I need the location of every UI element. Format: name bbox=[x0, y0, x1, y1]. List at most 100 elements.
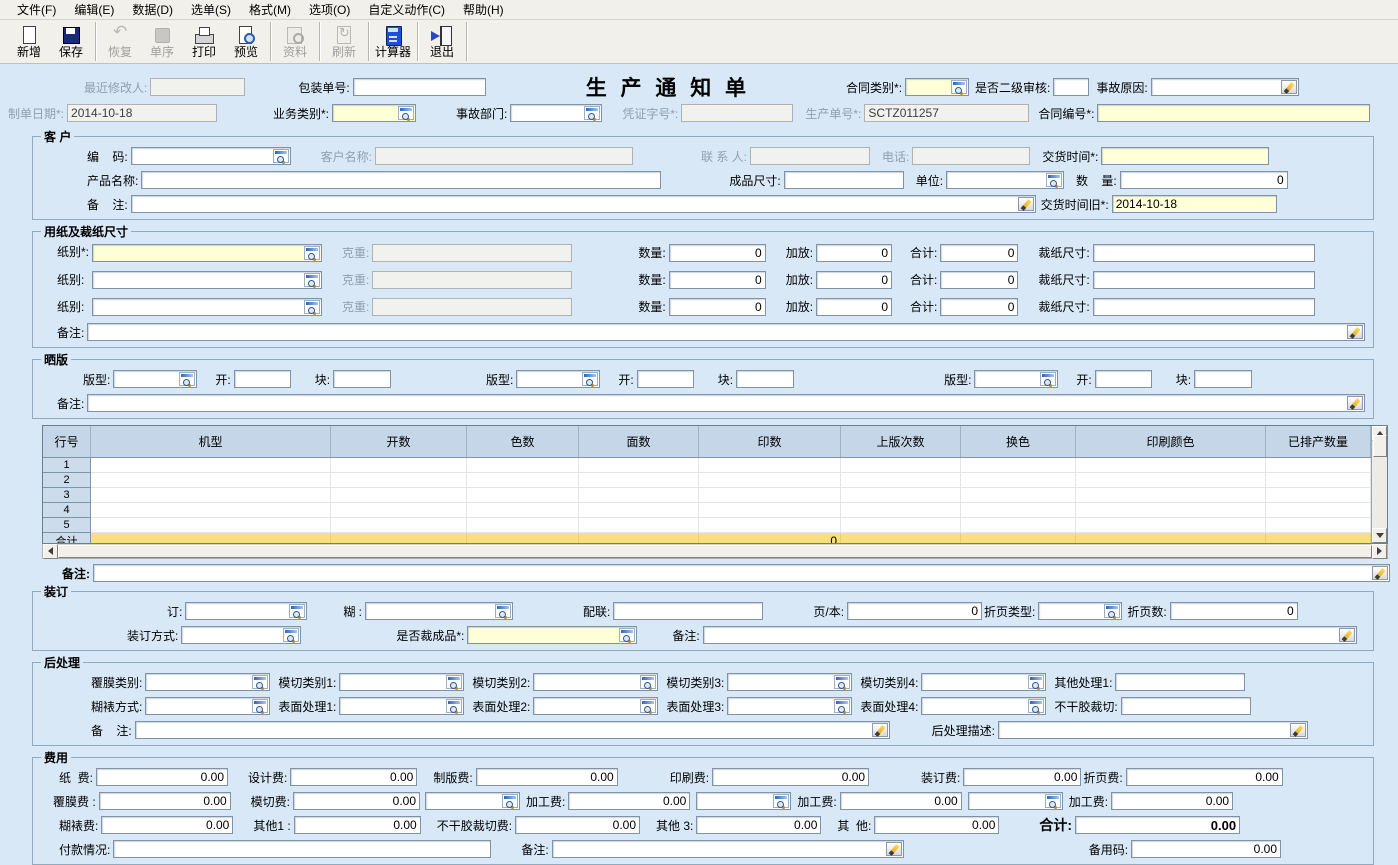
table-row[interactable]: 2 bbox=[43, 473, 1371, 488]
backup-code-field[interactable]: 0.00 bbox=[1131, 840, 1281, 858]
grid-cell[interactable] bbox=[331, 458, 467, 473]
grid-cell[interactable] bbox=[579, 503, 699, 518]
lookup-icon[interactable] bbox=[446, 675, 462, 689]
lookup-icon[interactable] bbox=[304, 273, 320, 287]
edit-memo-icon[interactable] bbox=[1372, 566, 1388, 580]
process2-type-field[interactable] bbox=[696, 792, 791, 810]
fold-count-field[interactable]: 0 bbox=[1170, 602, 1298, 620]
grid-cell[interactable] bbox=[1266, 518, 1371, 533]
process1-fee-field[interactable]: 0.00 bbox=[568, 792, 690, 810]
grid-cell[interactable] bbox=[331, 518, 467, 533]
bind-method-field[interactable] bbox=[181, 626, 301, 644]
packing-no-field[interactable] bbox=[353, 78, 486, 96]
binding-remark-field[interactable] bbox=[703, 626, 1357, 644]
edit-memo-icon[interactable] bbox=[1018, 197, 1034, 211]
grid-cell[interactable] bbox=[841, 458, 961, 473]
grid-cell[interactable] bbox=[1266, 458, 1371, 473]
grid-row-number[interactable]: 4 bbox=[43, 503, 91, 518]
plate-open-field-3[interactable] bbox=[1095, 370, 1152, 388]
grid-cell[interactable] bbox=[961, 473, 1076, 488]
paper-cut-field-1[interactable] bbox=[1093, 244, 1315, 262]
payment-status-field[interactable] bbox=[113, 840, 491, 858]
toolbar-button-print[interactable]: 打印 bbox=[183, 22, 225, 61]
table-row[interactable]: 5 bbox=[43, 518, 1371, 533]
contract-type-field[interactable] bbox=[905, 78, 969, 96]
edit-memo-icon[interactable] bbox=[1339, 628, 1355, 642]
lookup-icon[interactable] bbox=[951, 80, 967, 94]
edit-memo-icon[interactable] bbox=[1281, 80, 1297, 94]
grid-cell[interactable] bbox=[579, 458, 699, 473]
cut-finished-field[interactable] bbox=[467, 626, 637, 644]
other3-fee-field[interactable]: 0.00 bbox=[696, 816, 821, 834]
delivery-time-field[interactable] bbox=[1101, 147, 1269, 165]
quantity-field[interactable]: 0 bbox=[1120, 171, 1288, 189]
lookup-icon[interactable] bbox=[1046, 173, 1062, 187]
grid-cell[interactable] bbox=[841, 518, 961, 533]
paper-type-field-1[interactable] bbox=[92, 244, 322, 262]
toolbar-button-exit[interactable]: 退出 bbox=[421, 22, 463, 61]
scrollbar-thumb[interactable] bbox=[58, 545, 1372, 558]
grid-cell[interactable] bbox=[467, 458, 579, 473]
print-fee-field[interactable]: 0.00 bbox=[712, 768, 869, 786]
lookup-icon[interactable] bbox=[179, 372, 195, 386]
grid-cell[interactable] bbox=[699, 503, 841, 518]
grid-row-number[interactable]: 5 bbox=[43, 518, 91, 533]
lookup-icon[interactable] bbox=[252, 699, 268, 713]
post-desc-field[interactable] bbox=[998, 721, 1308, 739]
grid-row-number[interactable]: 2 bbox=[43, 473, 91, 488]
other-process1-field[interactable] bbox=[1115, 673, 1245, 691]
plate-remark-field[interactable] bbox=[87, 394, 1365, 412]
sticker-cut-field[interactable] bbox=[1121, 697, 1251, 715]
menu-item-8[interactable]: 帮助(H) bbox=[454, 0, 513, 19]
surface3-field[interactable] bbox=[727, 697, 852, 715]
grid-cell[interactable] bbox=[467, 488, 579, 503]
paper-qty-field-2[interactable]: 0 bbox=[669, 271, 766, 289]
paper-total-field-1[interactable]: 0 bbox=[940, 244, 1018, 262]
lookup-icon[interactable] bbox=[619, 628, 635, 642]
toolbar-button-preview[interactable]: 预览 bbox=[225, 22, 267, 61]
edit-memo-icon[interactable] bbox=[886, 842, 902, 856]
paper-cut-field-2[interactable] bbox=[1093, 271, 1315, 289]
fees-remark-field[interactable] bbox=[552, 840, 904, 858]
grid-cell[interactable] bbox=[91, 488, 331, 503]
mount-fee-field[interactable]: 0.00 bbox=[101, 816, 233, 834]
process2-fee-field[interactable]: 0.00 bbox=[840, 792, 962, 810]
menu-item-3[interactable]: 数据(D) bbox=[123, 0, 182, 19]
plate-open-field-2[interactable] bbox=[637, 370, 694, 388]
paper-total-field-2[interactable]: 0 bbox=[940, 271, 1018, 289]
grid-cell[interactable] bbox=[331, 503, 467, 518]
product-name-field[interactable] bbox=[141, 171, 661, 189]
diecut-fee-field[interactable]: 0.00 bbox=[293, 792, 420, 810]
grid-cell[interactable] bbox=[467, 503, 579, 518]
plate-open-field-1[interactable] bbox=[234, 370, 291, 388]
unit-field[interactable] bbox=[946, 171, 1064, 189]
laminate-fee-field[interactable]: 0.00 bbox=[99, 792, 231, 810]
plate-block-field-1[interactable] bbox=[333, 370, 391, 388]
plate-type-field-3[interactable] bbox=[974, 370, 1058, 388]
grid-cell[interactable] bbox=[91, 518, 331, 533]
lookup-icon[interactable] bbox=[289, 604, 305, 618]
grid-cell[interactable] bbox=[961, 503, 1076, 518]
fold-fee-field[interactable]: 0.00 bbox=[1126, 768, 1283, 786]
table-row[interactable]: 1 bbox=[43, 458, 1371, 473]
paper-total-field-3[interactable]: 0 bbox=[940, 298, 1018, 316]
fold-type-field[interactable] bbox=[1038, 602, 1122, 620]
plate-block-field-3[interactable] bbox=[1194, 370, 1252, 388]
grid-cell[interactable] bbox=[699, 518, 841, 533]
collate-field[interactable] bbox=[613, 602, 763, 620]
menu-item-7[interactable]: 自定义动作(C) bbox=[359, 0, 454, 19]
product-size-field[interactable] bbox=[784, 171, 904, 189]
scroll-left-icon[interactable] bbox=[43, 544, 58, 559]
lookup-icon[interactable] bbox=[582, 372, 598, 386]
design-fee-field[interactable]: 0.00 bbox=[290, 768, 417, 786]
scroll-down-icon[interactable] bbox=[1372, 528, 1387, 543]
grid-cell[interactable] bbox=[91, 503, 331, 518]
process1-type-field[interactable] bbox=[425, 792, 520, 810]
paper-add-field-1[interactable]: 0 bbox=[816, 244, 892, 262]
lookup-icon[interactable] bbox=[640, 675, 656, 689]
lookup-icon[interactable] bbox=[304, 300, 320, 314]
paper-cut-field-3[interactable] bbox=[1093, 298, 1315, 316]
lookup-icon[interactable] bbox=[584, 106, 600, 120]
plate-fee-field[interactable]: 0.00 bbox=[476, 768, 618, 786]
delivery-time-old-field[interactable]: 2014-10-18 bbox=[1112, 195, 1277, 213]
